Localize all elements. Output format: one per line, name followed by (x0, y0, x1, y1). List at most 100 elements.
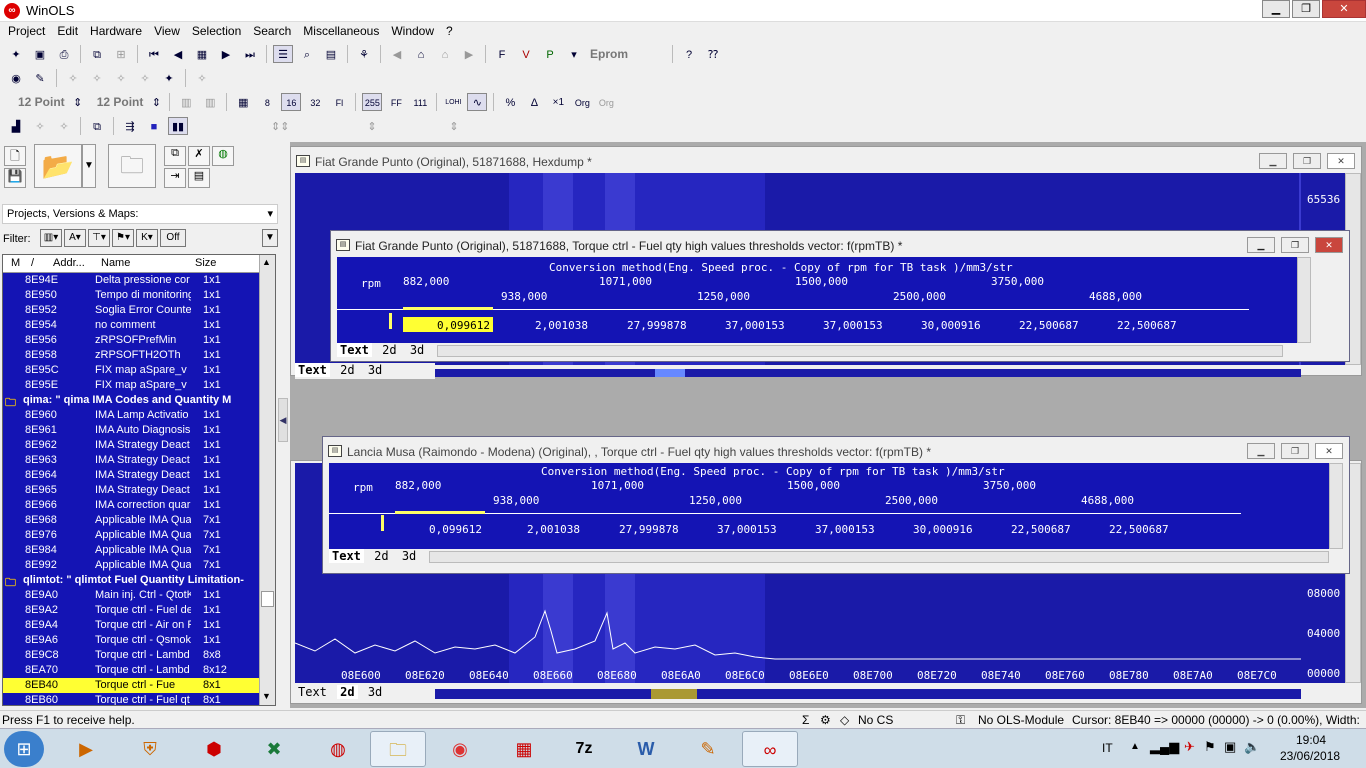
tool-icon[interactable]: ✧ (192, 69, 212, 87)
filter-tag-button[interactable]: ⚑▾ (112, 229, 134, 247)
map-list-scrollbar[interactable]: ▲ ▼ (259, 255, 275, 705)
taskbar-app[interactable]: ◍ (310, 731, 366, 767)
printer-icon[interactable]: ⎙ (54, 45, 74, 63)
scrollbar-thumb[interactable] (261, 591, 274, 607)
menu-hardware[interactable]: Hardware (84, 22, 148, 42)
windows-icon[interactable]: ⧉ (87, 117, 107, 135)
tab-2d[interactable]: 2d (337, 363, 357, 377)
bars-icon[interactable]: ▮▮ (168, 117, 188, 135)
home-alt-icon[interactable]: ⌂ (435, 45, 455, 63)
properties-button[interactable]: ▤ (188, 168, 210, 188)
menu-miscellaneous[interactable]: Miscellaneous (297, 22, 385, 42)
column-m[interactable]: M (11, 257, 20, 269)
tab-text[interactable]: Text (295, 685, 330, 699)
panel-collapse-handle[interactable]: ◀ (278, 398, 288, 442)
taskbar-word[interactable]: W (618, 731, 674, 767)
map-value-cell[interactable]: 27,999878 (627, 319, 687, 332)
list-item[interactable]: 8E95E FIX map aSpare_v 1x1 (3, 378, 259, 393)
column-name[interactable]: Name (101, 257, 130, 269)
open-dropdown-button[interactable]: ▼ (82, 144, 96, 188)
globe-button[interactable]: ◍ (212, 146, 234, 166)
tool-icon[interactable]: ✧ (135, 69, 155, 87)
list-item[interactable]: 8E958 zRPSOFTH2OTh 1x1 (3, 348, 259, 363)
close-button[interactable]: ✕ (1315, 237, 1343, 253)
first-icon[interactable]: ⏮ (144, 45, 164, 63)
tool-icon[interactable]: ✧ (87, 69, 107, 87)
tile-icon[interactable]: ⊞ (111, 45, 131, 63)
v-box-icon[interactable]: V (516, 45, 536, 63)
calculator-icon[interactable]: ▤ (321, 45, 341, 63)
map2-vscroll[interactable] (1329, 463, 1343, 549)
map1-vscroll[interactable] (1297, 257, 1311, 343)
maximize-button[interactable]: ❐ (1293, 153, 1321, 169)
wand-icon[interactable]: ✦ (6, 45, 26, 63)
tab-3d[interactable]: 3d (365, 363, 385, 377)
taskbar-app[interactable]: ▦ (496, 731, 552, 767)
menu-project[interactable]: Project (2, 22, 51, 42)
wave-icon[interactable]: ∿ (467, 93, 488, 111)
grid-icon[interactable]: ▦ (233, 93, 253, 111)
copy-button[interactable]: ⧉ (164, 146, 186, 166)
tab-3d[interactable]: 3d (365, 685, 385, 699)
hex-icon[interactable]: FF (386, 93, 406, 111)
list-item[interactable]: 8E950 Tempo di monitoring 1x1 (3, 288, 259, 303)
chart-icon[interactable]: ▟ (6, 117, 26, 135)
minimize-button[interactable]: ▁ (1262, 0, 1290, 18)
scroll-down-icon[interactable]: ▼ (262, 691, 271, 701)
list-item[interactable]: 8E966 IMA correction quar 1x1 (3, 498, 259, 513)
menu-edit[interactable]: Edit (51, 22, 84, 42)
close-button[interactable]: ✕ (1327, 153, 1355, 169)
context-help-icon[interactable]: ⁇ (703, 45, 723, 63)
list-item[interactable]: 8E965 IMA Strategy Deact 1x1 (3, 483, 259, 498)
find-icon[interactable]: ⌕ (297, 45, 317, 63)
import-icon[interactable]: ✎ (30, 69, 50, 87)
decimal-icon[interactable]: 255 (362, 93, 383, 111)
tray-app-icon[interactable]: ✈ (1184, 739, 1195, 755)
tools-button[interactable]: ✗ (188, 146, 210, 166)
column-address[interactable]: Addr... (53, 257, 85, 269)
folder-icon[interactable]: 🗀 (108, 144, 156, 188)
list-item[interactable]: 8E962 IMA Strategy Deact 1x1 (3, 438, 259, 453)
restore-button[interactable]: ❐ (1292, 0, 1320, 18)
list-item[interactable]: 8E960 IMA Lamp Activatio 1x1 (3, 408, 259, 423)
list-item[interactable]: 8E9A4 Torque ctrl - Air on F 1x1 (3, 618, 259, 633)
help-icon[interactable]: ? (679, 45, 699, 63)
taskbar-app[interactable]: ⬢ (186, 731, 242, 767)
taskbar-explorer[interactable]: 🗀 (370, 731, 426, 767)
tray-network-icon[interactable]: ▣ (1224, 739, 1236, 755)
list-group-header[interactable]: 🗀 qlimtot: " qlimtot Fuel Quantity Limita… (3, 573, 259, 588)
spin-icon[interactable]: ⇕ (149, 93, 163, 111)
map-value-cell[interactable]: 30,000916 (921, 319, 981, 332)
taskbar-chrome[interactable]: ◉ (432, 731, 488, 767)
list-item[interactable]: 8E984 Applicable IMA Qua 7x1 (3, 543, 259, 558)
map-value-cell[interactable]: 22,500687 (1019, 319, 1079, 332)
map-value-cell[interactable]: 37,000153 (725, 319, 785, 332)
spin-icon[interactable]: ⇕⇕ (270, 117, 290, 135)
minimize-button[interactable]: ▁ (1259, 153, 1287, 169)
menu-view[interactable]: View (148, 22, 186, 42)
next-icon[interactable]: ▶ (216, 45, 236, 63)
minimize-button[interactable]: ▁ (1247, 237, 1275, 253)
list-item[interactable]: 8E968 Applicable IMA Qua 7x1 (3, 513, 259, 528)
spin-icon[interactable]: ⇕ (444, 117, 464, 135)
projects-versions-maps-select[interactable]: Projects, Versions & Maps: ▾ (2, 204, 278, 224)
scroll-up-icon[interactable]: ▲ (262, 257, 271, 267)
hexdump2-overview-bar[interactable] (435, 689, 1301, 699)
factor-icon[interactable]: ×1 (548, 93, 568, 111)
maximize-button[interactable]: ❐ (1281, 237, 1309, 253)
column-sort[interactable]: / (31, 257, 34, 269)
map-value-cell[interactable]: 0,099612 (429, 523, 482, 536)
font-size-select-1[interactable]: 12 Point (14, 95, 69, 109)
tool-color-icon[interactable]: ✦ (159, 69, 179, 87)
tab-3d[interactable]: 3d (407, 343, 427, 357)
map1-table[interactable]: Conversion method(Eng. Speed proc. - Cop… (337, 257, 1297, 343)
chip-icon[interactable]: ▣ (30, 45, 50, 63)
taskbar-media-player[interactable]: ▶ (58, 731, 114, 767)
tray-volume-icon[interactable]: 🔈 (1244, 739, 1260, 755)
export-button[interactable]: ⇥ (164, 168, 186, 188)
menu-selection[interactable]: Selection (186, 22, 247, 42)
spin-icon[interactable]: ⇕ (362, 117, 382, 135)
map-value-cell[interactable]: 0,099612 (437, 319, 490, 332)
tab-2d[interactable]: 2d (371, 549, 391, 563)
list-item[interactable]: 8E9A0 Main inj. Ctrl - QtotK 1x1 (3, 588, 259, 603)
